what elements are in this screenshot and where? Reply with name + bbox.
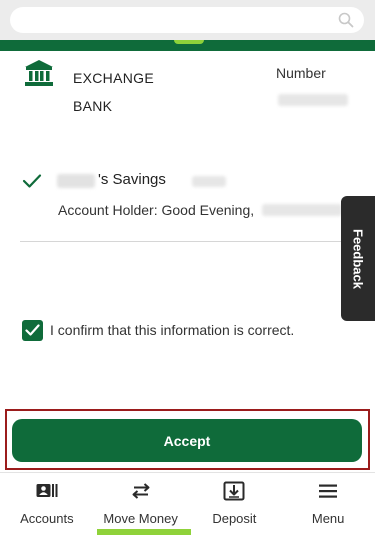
confirm-checkbox[interactable] bbox=[22, 320, 43, 341]
feedback-tab[interactable]: Feedback bbox=[341, 196, 375, 321]
transfer-arrows-icon bbox=[129, 481, 153, 501]
confirm-label[interactable]: I confirm that this information is corre… bbox=[50, 322, 294, 338]
header-accent-tab bbox=[174, 40, 204, 44]
account-number-value: ••••••• bbox=[278, 94, 348, 106]
accounts-card-icon bbox=[35, 481, 59, 501]
nav-label-deposit: Deposit bbox=[212, 511, 257, 526]
nav-label-accounts: Accounts bbox=[20, 511, 74, 526]
section-divider bbox=[20, 241, 342, 242]
top-search-area bbox=[0, 0, 375, 40]
account-number-redacted bbox=[192, 176, 226, 187]
deposit-tray-icon bbox=[222, 481, 246, 501]
feedback-label: Feedback bbox=[350, 228, 366, 289]
nav-item-deposit[interactable]: Deposit bbox=[188, 473, 282, 535]
nav-item-menu[interactable]: Menu bbox=[281, 473, 375, 535]
nav-label-menu: Menu bbox=[311, 511, 345, 526]
search-input[interactable] bbox=[10, 7, 364, 33]
checkbox-check-icon bbox=[25, 324, 40, 336]
nav-item-move-money[interactable]: Move Money bbox=[94, 473, 188, 535]
bank-building-icon bbox=[25, 60, 53, 86]
account-number-label: Number bbox=[276, 65, 326, 81]
screen: EXCHANGE BANK Number ••••••• 's Savings … bbox=[0, 0, 375, 535]
nav-item-accounts[interactable]: Accounts bbox=[0, 473, 94, 535]
bank-name: EXCHANGE BANK bbox=[73, 70, 154, 114]
hamburger-menu-icon bbox=[316, 481, 340, 501]
nav-label-move-money: Move Money bbox=[103, 511, 178, 526]
nav-active-indicator bbox=[97, 529, 191, 535]
bottom-navigation: Accounts Move Money Deposit Menu bbox=[0, 472, 375, 535]
account-title: 's Savings bbox=[98, 171, 166, 188]
account-holder-text: Account Holder: Good Evening, bbox=[58, 202, 255, 218]
search-icon[interactable] bbox=[338, 12, 354, 28]
account-owner-name-redacted bbox=[57, 174, 95, 188]
checkmark-icon bbox=[22, 174, 42, 188]
account-holder-name-redacted bbox=[262, 204, 342, 216]
accept-button[interactable]: Accept bbox=[12, 419, 362, 462]
